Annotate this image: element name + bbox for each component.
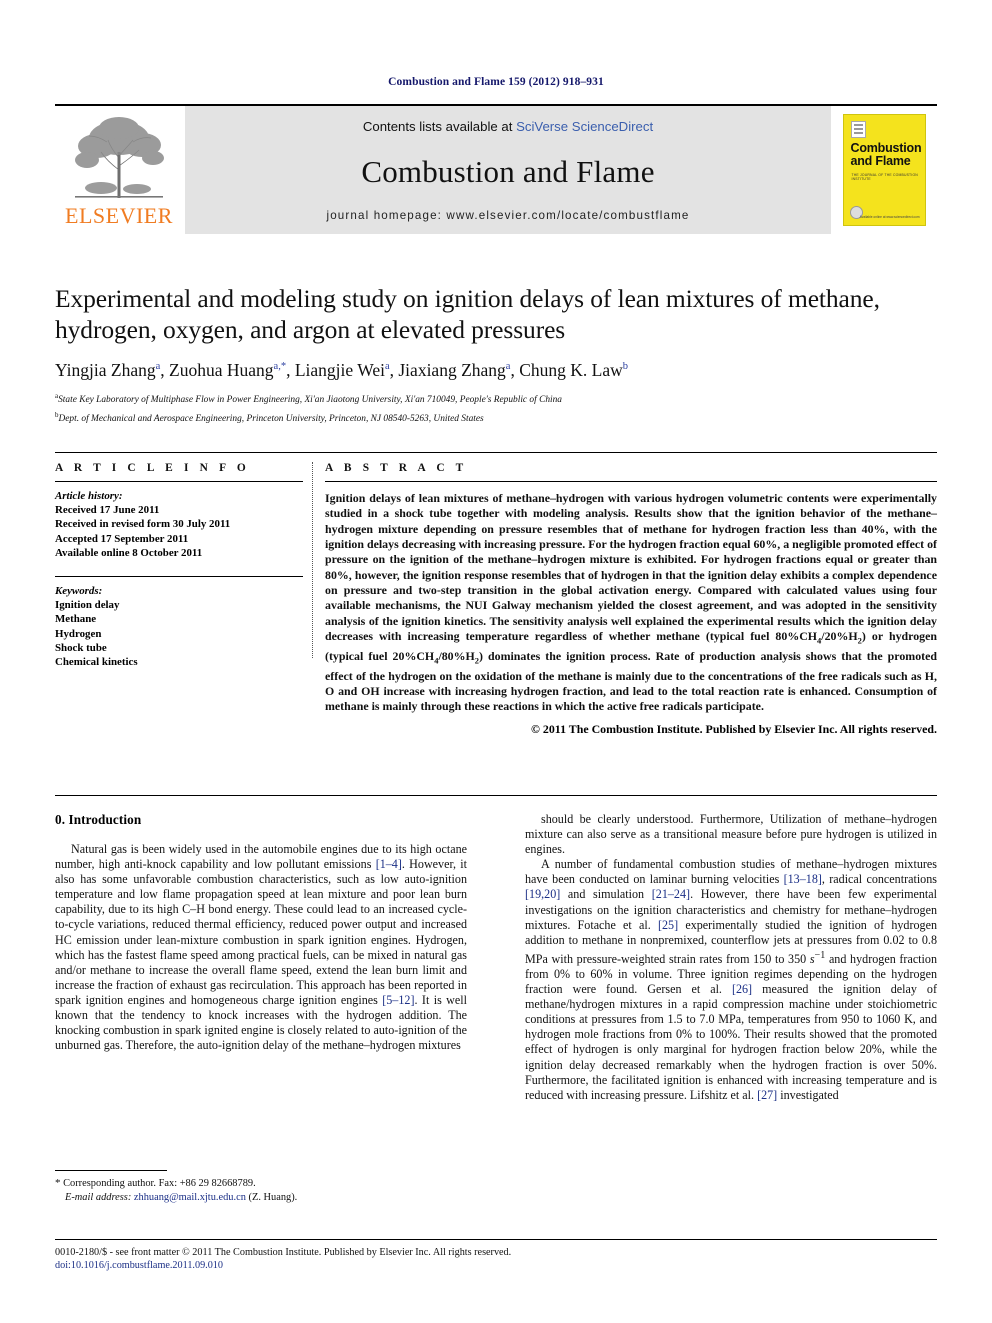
article-history-item: Accepted 17 September 2011	[55, 532, 189, 545]
author-list: Yingjia Zhanga, Zuohua Huanga,*, Liangji…	[55, 360, 628, 380]
divider-above-abstract	[55, 452, 937, 453]
keywords-rule	[55, 576, 303, 578]
abstract-copyright: © 2011 The Combustion Institute. Publish…	[531, 721, 937, 736]
running-head: Combustion and Flame 159 (2012) 918–931	[388, 76, 604, 88]
divider-between-info-and-abstract	[312, 462, 313, 658]
journal-homepage-link[interactable]: journal homepage: www.elsevier.com/locat…	[326, 209, 689, 222]
keyword-item: Hydrogen	[55, 627, 102, 640]
corresponding-author-footnote: * Corresponding author. Fax: +86 29 8266…	[55, 1170, 467, 1204]
keywords-group: Keywords: Ignition delay Methane Hydroge…	[55, 584, 303, 669]
right-column: should be clearly understood. Furthermor…	[525, 812, 937, 1103]
paper-page: Combustion and Flame 159 (2012) 918–931	[0, 0, 992, 1323]
sciencedirect-link[interactable]: SciVerse ScienceDirect	[516, 119, 653, 134]
affiliation-a: aState Key Laboratory of Multiphase Flow…	[55, 390, 937, 407]
keywords-label: Keywords:	[55, 585, 103, 598]
journal-cover-block: Combustion and Flame THE JOURNAL OF THE …	[831, 106, 937, 234]
article-history-item: Received in revised form 30 July 2011	[55, 518, 231, 531]
cover-footer-note: Available online at www.sciencedirect.co…	[859, 215, 920, 219]
article-info-block: A R T I C L E I N F O Article history: R…	[55, 462, 303, 669]
doi-line: doi:10.1016/j.combustflame.2011.09.010	[55, 1259, 937, 1272]
doi-value[interactable]: 10.1016/j.combustflame.2011.09.010	[71, 1260, 223, 1271]
email-label: E-mail address:	[65, 1191, 132, 1203]
keyword-item: Ignition delay	[55, 599, 120, 612]
intro-paragraph: Natural gas is been widely used in the a…	[55, 842, 467, 1053]
cover-emblem-icon	[850, 121, 866, 138]
page-title: Experimental and modeling study on ignit…	[55, 284, 880, 344]
elsevier-tree-icon	[67, 112, 171, 204]
elsevier-wordmark: ELSEVIER	[65, 203, 173, 228]
journal-banner: ELSEVIER Contents lists available at Sci…	[55, 104, 937, 234]
page-footer: 0010-2180/$ - see front matter © 2011 Th…	[55, 1239, 937, 1272]
publisher-logo-block: ELSEVIER	[55, 106, 183, 234]
contents-prefix: Contents lists available at	[362, 119, 517, 134]
article-history-item: Received 17 June 2011	[55, 504, 160, 517]
keyword-item: Chemical kinetics	[55, 656, 138, 669]
contents-available-line: Contents lists available at SciVerse Sci…	[363, 119, 653, 134]
article-info-heading: A R T I C L E I N F O	[55, 462, 250, 474]
cover-title-line2: and Flame	[850, 154, 911, 168]
affiliation-b-text: Dept. of Mechanical and Aerospace Engine…	[58, 414, 484, 425]
section-heading-introduction: 0. Introduction	[55, 812, 142, 827]
abstract-rule	[325, 481, 937, 482]
title-block: Experimental and modeling study on ignit…	[55, 283, 937, 426]
email-link[interactable]: zhhuang@mail.xjtu.edu.cn	[134, 1192, 246, 1203]
cover-title: Combustion and Flame	[850, 142, 922, 168]
affiliation-a-text: State Key Laboratory of Multiphase Flow …	[58, 395, 562, 406]
intro-paragraph-continued: should be clearly understood. Furthermor…	[525, 812, 937, 857]
article-info-rule	[55, 481, 303, 482]
article-history-group: Article history: Received 17 June 2011 R…	[55, 489, 303, 560]
email-line: E-mail address: zhhuang@mail.xjtu.edu.cn…	[55, 1191, 467, 1205]
issn-copyright-line: 0010-2180/$ - see front matter © 2011 Th…	[55, 1247, 512, 1258]
abstract-heading: A B S T R A C T	[325, 462, 468, 474]
keyword-item: Methane	[55, 613, 97, 626]
keyword-item: Shock tube	[55, 641, 107, 654]
journal-title: Combustion and Flame	[361, 153, 655, 189]
affiliation-b: bDept. of Mechanical and Aerospace Engin…	[55, 409, 937, 426]
article-history-label: Article history:	[55, 490, 123, 502]
abstract-block: A B S T R A C T Ignition delays of lean …	[325, 462, 937, 737]
intro-paragraph: A number of fundamental combustion studi…	[525, 857, 937, 1102]
article-history-item: Available online 8 October 2011	[55, 546, 203, 559]
journal-cover-thumbnail: Combustion and Flame THE JOURNAL OF THE …	[842, 114, 926, 226]
doi-label: doi:	[55, 1260, 71, 1271]
divider-below-abstract	[55, 795, 937, 796]
abstract-text: Ignition delays of lean mixtures of meth…	[325, 491, 937, 714]
body-columns: 0. Introduction Natural gas is been wide…	[55, 812, 937, 1103]
cover-subtitle: THE JOURNAL OF THE COMBUSTION INSTITUTE	[851, 173, 918, 181]
corresponding-author-line: * Corresponding author. Fax: +86 29 8266…	[55, 1177, 256, 1189]
footnote-rule	[55, 1170, 167, 1171]
left-column: 0. Introduction Natural gas is been wide…	[55, 812, 467, 1103]
email-suffix: (Z. Huang).	[248, 1191, 298, 1203]
banner-center: Contents lists available at SciVerse Sci…	[185, 106, 831, 234]
